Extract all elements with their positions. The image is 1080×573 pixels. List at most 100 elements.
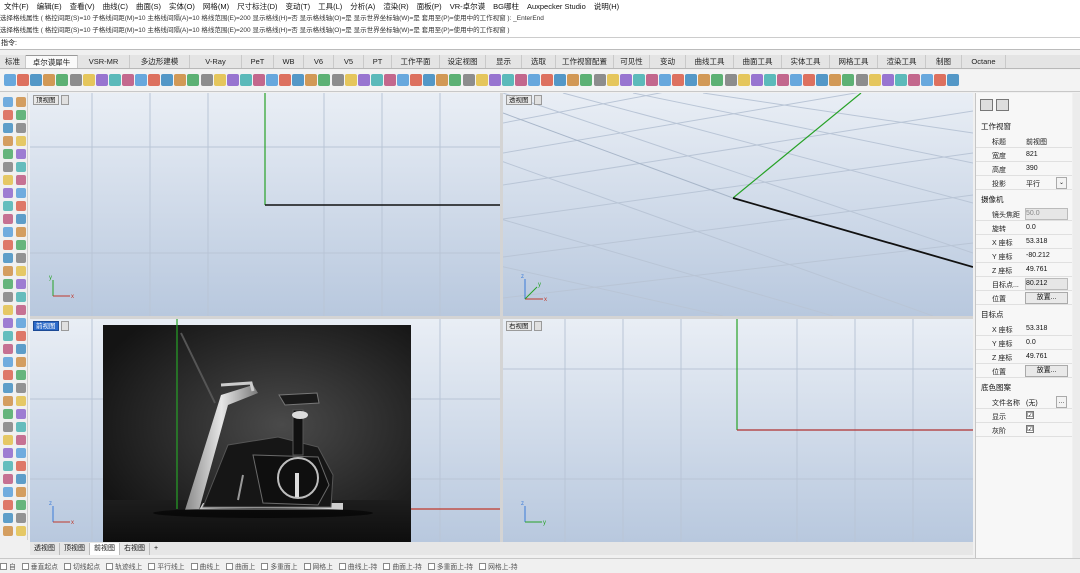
left-tool-icon[interactable] [16, 513, 26, 523]
toolbar-tool-icon[interactable] [921, 74, 933, 86]
chevron-down-icon[interactable] [61, 95, 69, 105]
tab-1[interactable]: 卓尔谟犀牛 [26, 55, 78, 68]
osnap-checkbox[interactable] [148, 562, 156, 570]
left-tool-icon[interactable] [16, 487, 26, 497]
toolbar-tool-icon[interactable] [30, 74, 43, 86]
tab-21[interactable]: 渲染工具 [878, 55, 926, 68]
toolbar-tool-icon[interactable] [619, 74, 632, 86]
property-value[interactable]: 50.0 [1026, 210, 1040, 217]
toolbar-tool-icon[interactable] [606, 74, 619, 86]
toolbar-tool-icon[interactable] [763, 74, 776, 86]
property-value[interactable]: 平行 [1026, 179, 1040, 189]
toolbar-tool-icon[interactable] [82, 74, 95, 86]
osnap-item[interactable]: 平行线上 [148, 561, 185, 571]
toolbar-tool-icon[interactable] [790, 74, 802, 86]
left-tool-icon[interactable] [16, 214, 26, 224]
left-tool-icon[interactable] [3, 396, 13, 406]
viewport-front[interactable]: z x 前视图 [30, 319, 500, 542]
osnap-checkbox[interactable] [427, 562, 435, 570]
toolbar-tool-icon[interactable] [17, 74, 30, 86]
menu-item[interactable]: 变动(T) [282, 1, 315, 12]
tab-11[interactable]: 设定视图 [440, 55, 486, 68]
left-tool-icon[interactable] [16, 383, 26, 393]
toolbar-tool-icon[interactable] [672, 74, 685, 86]
left-tool-icon[interactable] [16, 357, 26, 367]
tab-6[interactable]: WB [274, 55, 304, 68]
left-tool-icon[interactable] [3, 526, 13, 536]
toolbar-tool-icon[interactable] [541, 74, 554, 86]
viewport-top[interactable]: y x 顶视图 [30, 93, 500, 316]
osnap-item[interactable]: 自 [0, 561, 16, 571]
toolbar-tool-icon[interactable] [266, 74, 278, 86]
toolbar-tool-icon[interactable] [803, 74, 816, 86]
toolbar-tool-icon[interactable] [593, 74, 606, 86]
property-value[interactable]: 53.318 [1026, 325, 1047, 332]
left-tool-icon[interactable] [3, 136, 13, 146]
viewport-perspective[interactable]: z x y 透视图 [503, 93, 973, 316]
toolbar-tool-icon[interactable] [462, 74, 475, 86]
tab-12[interactable]: 显示 [486, 55, 522, 68]
checkbox[interactable]: ☑ [1026, 411, 1034, 419]
left-tool-icon[interactable] [3, 149, 13, 159]
tab-13[interactable]: 选取 [522, 55, 556, 68]
toolbar-tool-icon[interactable] [449, 74, 462, 86]
left-tool-icon[interactable] [16, 370, 26, 380]
left-tool-icon[interactable] [3, 201, 13, 211]
menu-item[interactable]: Auxpecker Studio [523, 2, 590, 11]
left-tool-icon[interactable] [3, 500, 13, 510]
tab-22[interactable]: 制图 [926, 55, 962, 68]
toolbar-tool-icon[interactable] [200, 74, 213, 86]
toolbar-tool-icon[interactable] [187, 74, 200, 86]
left-tool-icon[interactable] [16, 318, 26, 328]
left-tool-icon[interactable] [3, 123, 13, 133]
left-tool-icon[interactable] [3, 279, 13, 289]
left-tool-icon[interactable] [3, 318, 13, 328]
left-tool-icon[interactable] [16, 97, 26, 107]
tab-3[interactable]: 多边形建模 [130, 55, 190, 68]
left-tool-icon[interactable] [3, 474, 13, 484]
place-button[interactable]: 放置... [1025, 365, 1068, 377]
toolbar-tool-icon[interactable] [161, 74, 174, 86]
left-tool-icon[interactable] [16, 149, 26, 159]
tab-8[interactable]: V5 [334, 55, 364, 68]
left-tool-icon[interactable] [16, 175, 26, 185]
toolbar-tool-icon[interactable] [305, 74, 318, 86]
left-tool-icon[interactable] [16, 279, 26, 289]
left-tool-icon[interactable] [16, 305, 26, 315]
toolbar-tool-icon[interactable] [554, 74, 567, 86]
toolbar-tool-icon[interactable] [226, 74, 239, 86]
osnap-item[interactable]: 网格上-持 [479, 561, 518, 571]
left-tool-icon[interactable] [3, 253, 13, 263]
left-tool-icon[interactable] [3, 240, 13, 250]
menu-item[interactable]: 编辑(E) [33, 1, 66, 12]
toolbar-tool-icon[interactable] [174, 74, 187, 86]
left-tool-icon[interactable] [3, 422, 13, 432]
left-tool-icon[interactable] [16, 253, 26, 263]
object-properties-icon[interactable] [996, 99, 1009, 111]
toolbar-tool-icon[interactable] [318, 74, 331, 86]
panel-scrollbar[interactable] [1073, 93, 1080, 558]
toolbar-tool-icon[interactable] [135, 74, 147, 86]
osnap-checkbox[interactable] [303, 562, 311, 570]
left-tool-icon[interactable] [16, 292, 26, 302]
toolbar-tool-icon[interactable] [947, 74, 960, 86]
osnap-checkbox[interactable] [0, 562, 7, 570]
left-tool-icon[interactable] [3, 487, 13, 497]
toolbar-tool-icon[interactable] [894, 74, 907, 86]
toolbar-tool-icon[interactable] [868, 74, 881, 86]
left-tool-icon[interactable] [16, 240, 26, 250]
toolbar-tool-icon[interactable] [816, 74, 829, 86]
menu-item[interactable]: 尺寸标注(D) [233, 1, 281, 12]
menu-item[interactable]: 说明(H) [590, 1, 623, 12]
menu-item[interactable]: 工具(L) [314, 1, 346, 12]
viewport-top-label[interactable]: 顶视图 [33, 95, 59, 105]
osnap-checkbox[interactable] [63, 562, 71, 570]
menu-item[interactable]: 面板(P) [413, 1, 446, 12]
left-tool-icon[interactable] [3, 344, 13, 354]
menu-item[interactable]: 文件(F) [0, 1, 33, 12]
osnap-item[interactable]: 曲线上-持 [338, 561, 377, 571]
tab-5[interactable]: PeT [242, 55, 274, 68]
toolbar-tool-icon[interactable] [252, 74, 265, 86]
left-tool-icon[interactable] [3, 214, 13, 224]
left-tool-icon[interactable] [3, 357, 13, 367]
